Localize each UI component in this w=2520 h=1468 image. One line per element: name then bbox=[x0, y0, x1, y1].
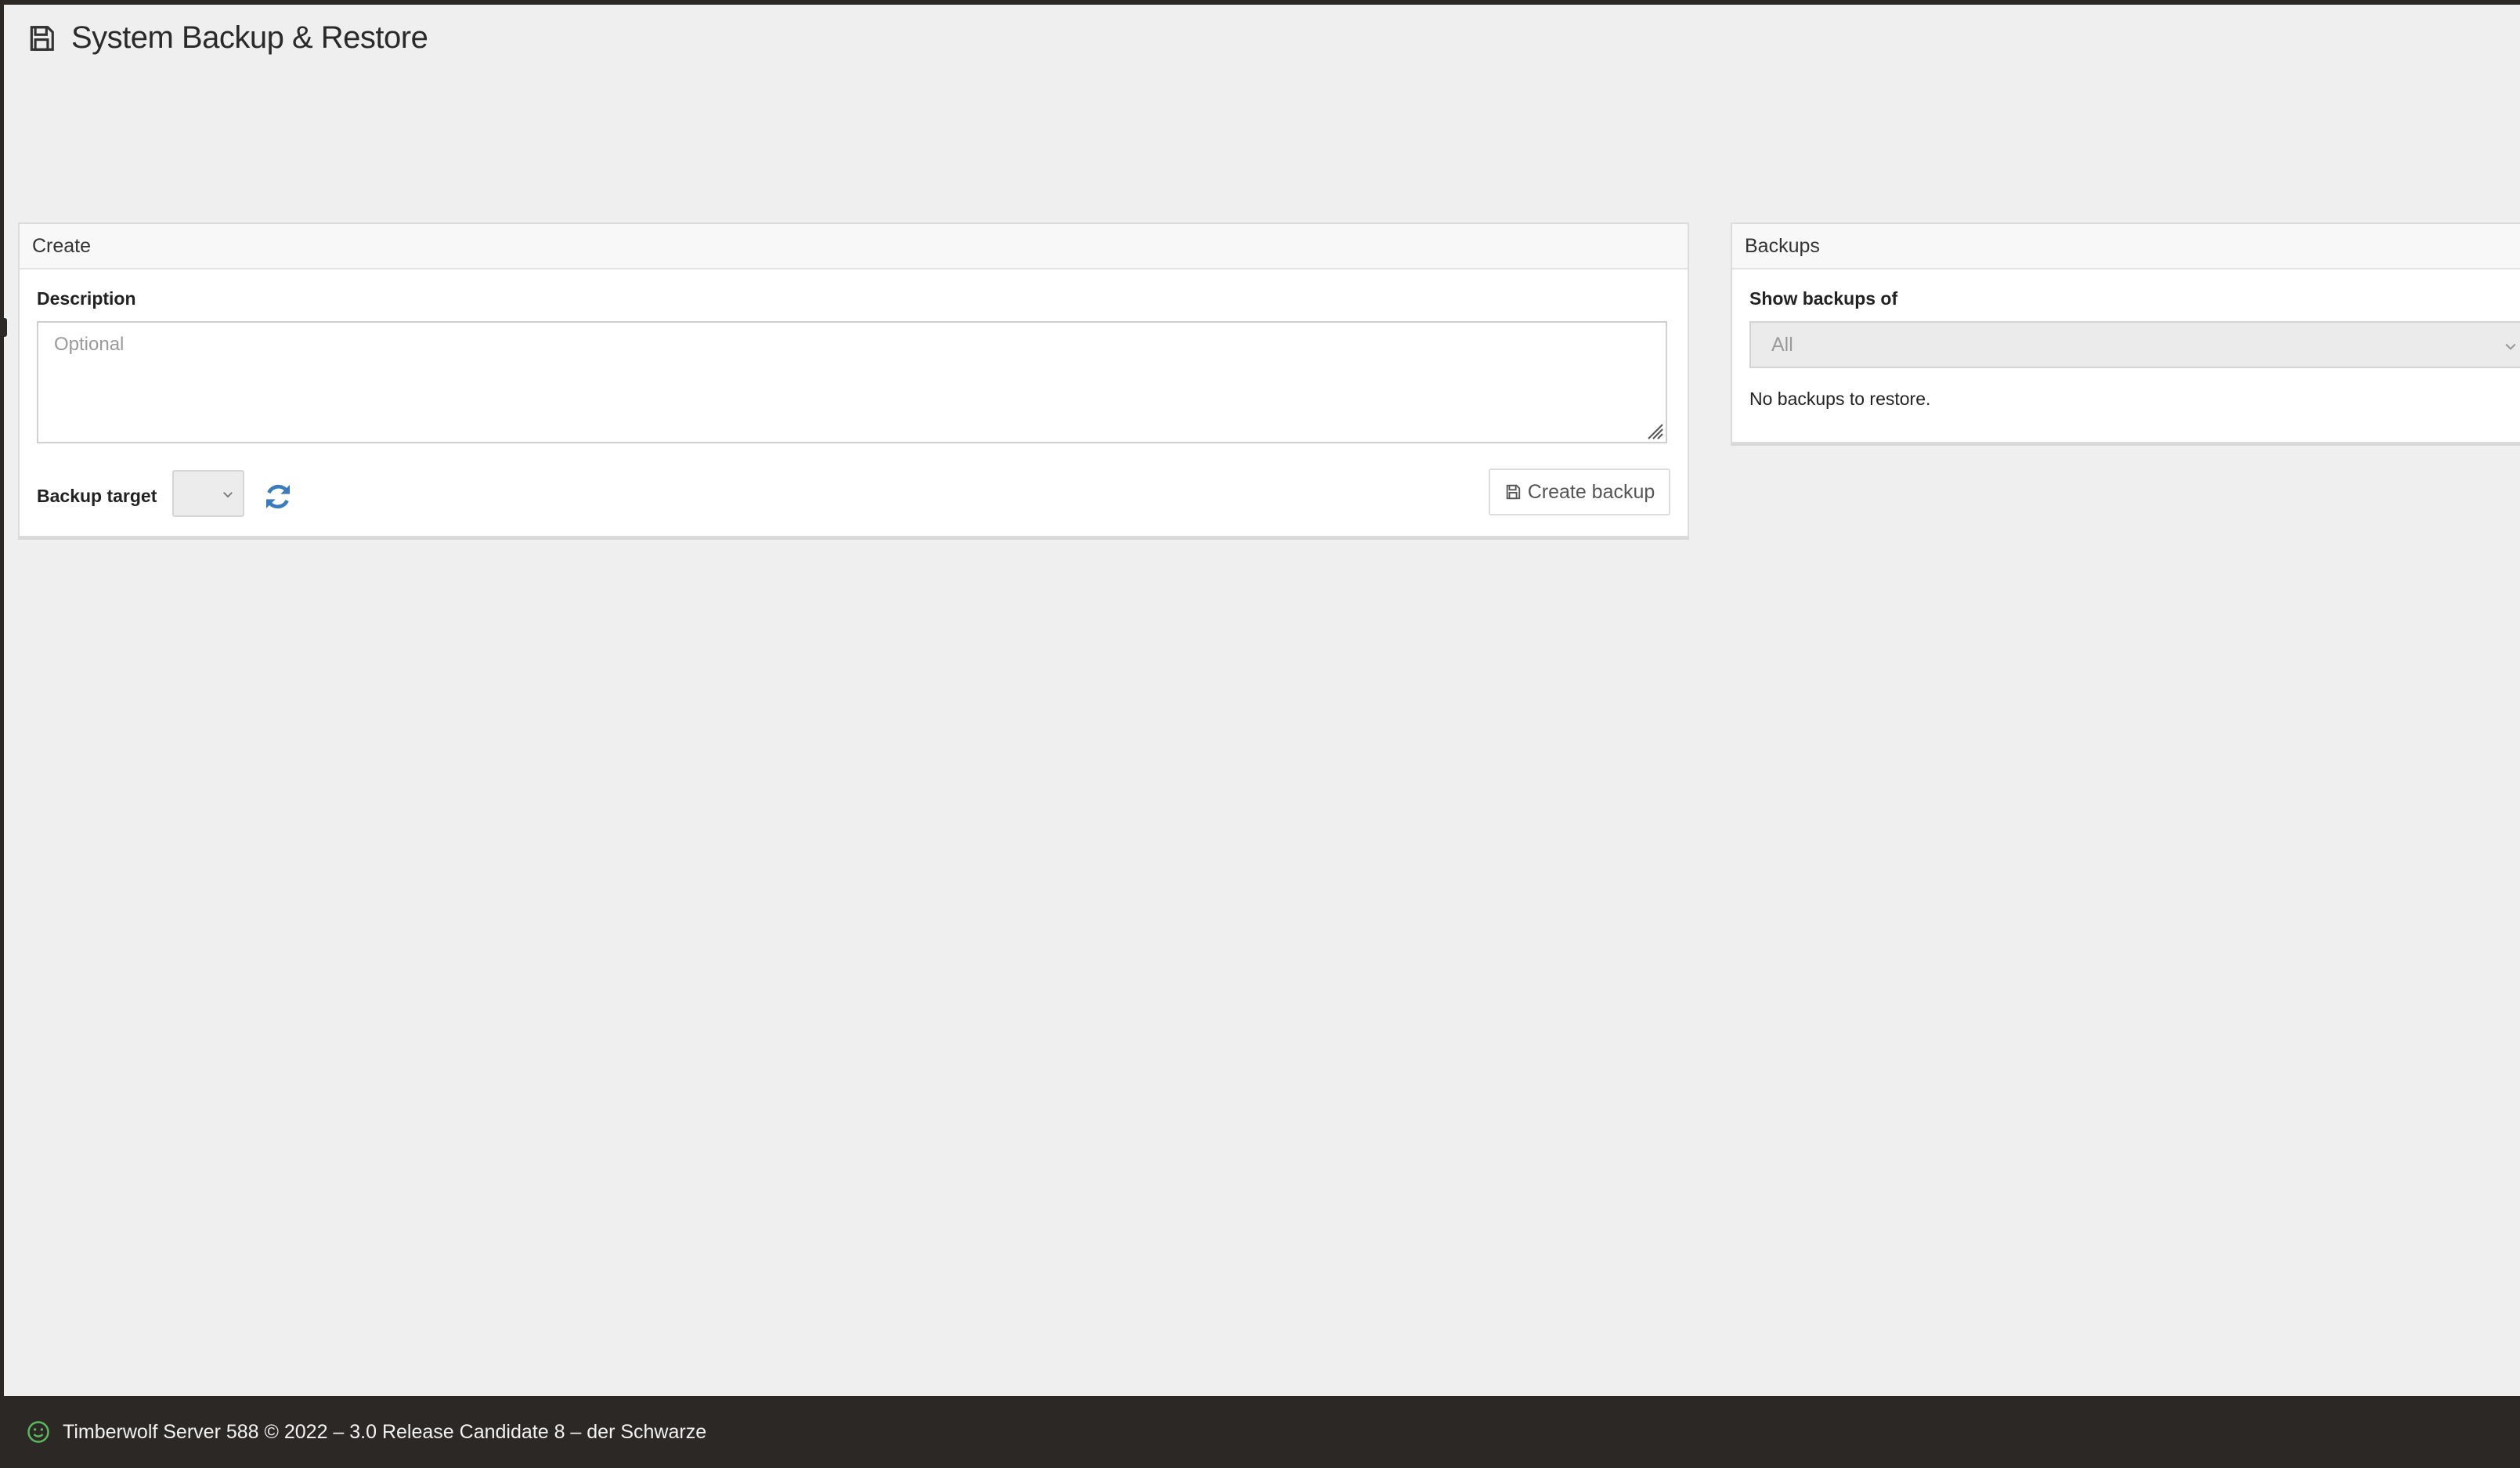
create-backup-button[interactable]: Create backup bbox=[1489, 468, 1670, 515]
create-panel: Create Description Optional Backup targe… bbox=[18, 222, 1689, 537]
backup-target-label: Backup target bbox=[37, 486, 157, 506]
chevron-down-icon bbox=[2505, 343, 2516, 350]
show-backups-value: All bbox=[1771, 334, 1793, 356]
sidebar-toggle-handle[interactable] bbox=[4, 318, 7, 337]
description-textarea[interactable]: Optional bbox=[37, 321, 1667, 443]
show-backups-label: Show backups of bbox=[1749, 288, 1898, 309]
create-panel-heading: Create bbox=[20, 224, 1688, 269]
empty-backups-message: No backups to restore. bbox=[1749, 389, 1931, 409]
show-backups-select[interactable]: All bbox=[1749, 321, 2520, 368]
backups-panel: Backups Show backups of All No backups t… bbox=[1731, 222, 2520, 443]
description-placeholder: Optional bbox=[54, 334, 125, 355]
main-content: System Backup & Restore Create Descripti… bbox=[4, 5, 2520, 1396]
chevron-down-icon bbox=[223, 492, 233, 498]
save-icon bbox=[1506, 484, 1520, 500]
create-backup-label: Create backup bbox=[1527, 480, 1655, 503]
description-label: Description bbox=[37, 288, 136, 309]
footer-text: Timberwolf Server 588 © 2022 – 3.0 Relea… bbox=[63, 1420, 707, 1443]
page-header: System Backup & Restore bbox=[26, 20, 428, 56]
footer: Timberwolf Server 588 © 2022 – 3.0 Relea… bbox=[0, 1396, 2520, 1468]
smiley-icon bbox=[27, 1421, 49, 1443]
page-title: System Backup & Restore bbox=[71, 20, 428, 55]
backups-panel-heading: Backups bbox=[1732, 224, 2520, 269]
backup-target-select[interactable] bbox=[172, 470, 244, 517]
save-icon bbox=[26, 23, 57, 54]
resize-grip-icon[interactable] bbox=[1645, 421, 1664, 440]
refresh-icon[interactable] bbox=[262, 481, 294, 512]
